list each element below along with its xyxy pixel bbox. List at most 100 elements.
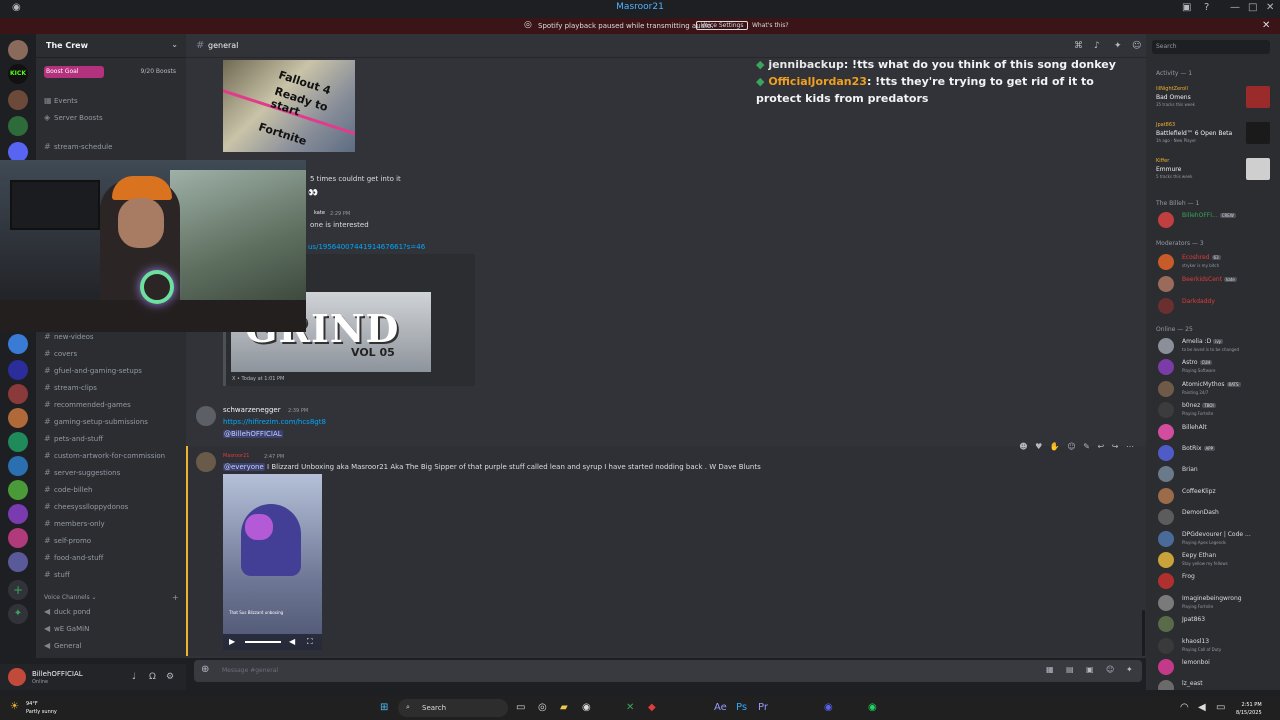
message-link[interactable]: us/1956400744191467661?s=46	[308, 243, 425, 251]
avatar[interactable]	[196, 452, 216, 472]
voice-channels-category[interactable]: Voice Channels ⌄ +	[44, 593, 179, 602]
server-boosts-item[interactable]: ◈ Server Boosts	[44, 113, 103, 127]
member-item[interactable]: BotRix APP	[1158, 443, 1276, 463]
channel-code-billeh[interactable]: # code-billeh	[44, 485, 92, 499]
steam-icon[interactable]: ◉	[582, 702, 591, 713]
apps-icon[interactable]: ✦	[1126, 665, 1133, 674]
headphones-icon[interactable]: Ω	[149, 672, 156, 682]
member-item[interactable]: Frog	[1158, 571, 1276, 591]
member-item[interactable]: Astro CUH Playing Software	[1158, 357, 1276, 377]
reaction-icon[interactable]: ♥	[1035, 442, 1042, 451]
edit-icon[interactable]: ✎	[1083, 442, 1090, 451]
chrome-icon[interactable]: ◎	[538, 702, 547, 713]
member-item[interactable]: BeerkidsCent kate	[1158, 274, 1276, 294]
play-icon[interactable]: ▶	[229, 637, 235, 646]
channel-pets-and-stuff[interactable]: # pets-and-stuff	[44, 434, 103, 448]
add-channel-icon[interactable]: +	[172, 593, 179, 602]
taskbar-search[interactable]: ⌕ Search	[398, 699, 508, 717]
server-icon[interactable]	[8, 528, 28, 548]
boost-goal[interactable]: Boost Goal 9/20 Boosts	[44, 66, 178, 78]
events-item[interactable]: ▦ Events	[44, 96, 78, 110]
server-icon[interactable]	[8, 334, 28, 354]
task-view-icon[interactable]: ▭	[516, 702, 525, 713]
channel-self-promo[interactable]: # self-promo	[44, 536, 91, 550]
channel-members-only[interactable]: # members-only	[44, 519, 105, 533]
message-author[interactable]: schwarzenegger	[223, 406, 281, 414]
server-icon[interactable]	[8, 116, 28, 136]
reaction-icon[interactable]: ☻	[1019, 442, 1027, 451]
game-thumbnail[interactable]: Fallout 4 Ready to start Fortnite	[223, 60, 355, 152]
help-icon[interactable]: ?	[1204, 2, 1209, 13]
server-icon[interactable]	[8, 408, 28, 428]
more-icon[interactable]: ⋯	[1126, 442, 1134, 451]
gear-icon[interactable]: ⚙	[166, 672, 174, 682]
voice-settings-button[interactable]: Voice Settings	[696, 21, 749, 30]
member-item[interactable]: Jpat863	[1158, 614, 1276, 634]
channel-recommended-games[interactable]: # recommended-games	[44, 400, 131, 414]
sticker-icon[interactable]: ▣	[1086, 665, 1094, 674]
weather-widget[interactable]: 94°F Partly sunny	[26, 700, 57, 716]
forward-icon[interactable]: ↪	[1112, 442, 1119, 451]
volume-icon[interactable]: ◀	[289, 637, 295, 646]
speaker-icon[interactable]: ◀	[1198, 702, 1206, 713]
reply-icon[interactable]: ↩	[1098, 442, 1105, 451]
close-notice-icon[interactable]: ✕	[1262, 20, 1270, 31]
xbox-icon[interactable]: ✕	[626, 702, 634, 713]
channel-custom-artwork-for-commission[interactable]: # custom-artwork-for-commission	[44, 451, 165, 465]
add-attachment-icon[interactable]: ⊕	[201, 664, 209, 675]
activity-card[interactable]: Jpat863 Battlefield™ 6 Open Beta 1h ago · …	[1154, 122, 1274, 156]
channel-new-videos[interactable]: # new-videos	[44, 332, 94, 346]
wifi-icon[interactable]: ◠	[1180, 702, 1189, 713]
member-item[interactable]: DemonDash	[1158, 507, 1276, 527]
bell-icon[interactable]: ♪	[1094, 41, 1100, 51]
member-item[interactable]: Amelia :D ivy to be loved is to be changed	[1158, 336, 1276, 356]
photoshop-icon[interactable]: Ps	[736, 702, 747, 713]
video-attachment[interactable]: That Sus Blizzard unboxing ▶ ◀ ⛶	[223, 474, 322, 650]
member-item[interactable]: CoffeeKlipz	[1158, 486, 1276, 506]
channel-gfuel-and-gaming-setups[interactable]: # gfuel-and-gaming-setups	[44, 366, 142, 380]
close-window-icon[interactable]: ✕	[1266, 2, 1274, 13]
explore-icon[interactable]: ✦	[8, 604, 28, 624]
voice-channel[interactable]: ◀ General	[44, 641, 82, 655]
kick-server-icon[interactable]: KICK	[8, 64, 28, 84]
channel-server-suggestions[interactable]: # server-suggestions	[44, 468, 120, 482]
server-icon[interactable]	[8, 552, 28, 572]
channel-stuff[interactable]: # stuff	[44, 570, 70, 584]
member-item[interactable]: DPGdevourer | Code ... Playing Apex Legen…	[1158, 529, 1276, 549]
channel-stream-schedule[interactable]: # stream-schedule	[44, 142, 112, 156]
emoji-icon[interactable]: ☺	[1106, 665, 1114, 674]
member-item[interactable]: Brian	[1158, 464, 1276, 484]
fullscreen-icon[interactable]: ⛶	[307, 637, 313, 647]
message-mention[interactable]: @BillehOFFICIAL	[223, 430, 283, 438]
channel-gaming-setup-submissions[interactable]: # gaming-setup-submissions	[44, 417, 148, 431]
member-item[interactable]: Eepy Ethan Stay yellow my fellows	[1158, 550, 1276, 570]
user-name[interactable]: BillehOFFICIAL	[32, 670, 83, 678]
server-icon[interactable]	[8, 480, 28, 500]
member-item[interactable]: Ecoshred 63 stryker is my bitch	[1158, 252, 1276, 272]
user-avatar[interactable]	[8, 668, 26, 686]
server-icon[interactable]	[8, 456, 28, 476]
app-icon[interactable]: ◆	[648, 702, 656, 713]
member-item[interactable]: lz_east	[1158, 678, 1276, 690]
spotify-taskbar-icon[interactable]: ◉	[868, 702, 877, 713]
channel-covers[interactable]: # covers	[44, 349, 77, 363]
server-header[interactable]: The Crew ⌄	[36, 34, 186, 58]
search-input[interactable]: Search	[1152, 40, 1270, 54]
message-link[interactable]: https://hifirezim.com/hcs8gt8	[223, 418, 326, 426]
message-input[interactable]: Message #general	[222, 667, 278, 674]
message-composer[interactable]: ⊕ Message #general ▦ ▤ ▣ ☺ ✦	[194, 660, 1142, 682]
hand-icon[interactable]: ✋	[1050, 442, 1060, 451]
members-icon[interactable]: ☺	[1132, 41, 1141, 51]
server-icon[interactable]	[8, 360, 28, 380]
member-item[interactable]: BillehAlt	[1158, 422, 1276, 442]
member-item[interactable]: Darkdaddy	[1158, 296, 1276, 316]
activity-card[interactable]: lilNightZeroll Bad Omens 35 tracks this we…	[1154, 86, 1274, 120]
chat-scrollbar[interactable]	[1142, 610, 1145, 656]
channel-cheesysslloppydonos[interactable]: # cheesysslloppydonos	[44, 502, 128, 516]
after-effects-icon[interactable]: Ae	[714, 702, 727, 713]
whats-this-link[interactable]: What's this?	[752, 22, 789, 29]
windows-start-icon[interactable]: ⊞	[380, 702, 388, 713]
taskbar-clock[interactable]: 2:51 PM 8/15/2025	[1236, 701, 1262, 717]
message-author[interactable]: Masroor21	[223, 453, 249, 459]
channel-stream-clips[interactable]: # stream-clips	[44, 383, 97, 397]
